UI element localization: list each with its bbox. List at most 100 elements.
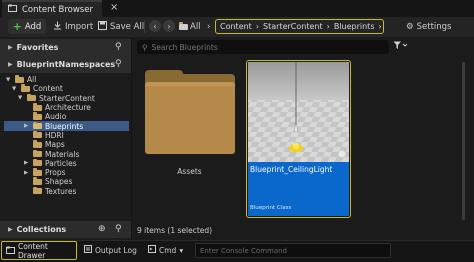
namespace-label: BlueprintNamespaces: [16, 60, 116, 69]
settings-button[interactable]: ⚙ Settings: [406, 20, 452, 33]
forward-icon[interactable]: ›: [163, 20, 175, 32]
folder-icon: [33, 103, 42, 111]
folder-icon: [33, 121, 42, 130]
folder-icon: [33, 140, 42, 148]
filter-icon[interactable]: [393, 41, 408, 53]
breadcrumb: Content › StarterContent › Blueprints ›: [215, 19, 384, 34]
back-icon[interactable]: ‹: [149, 20, 161, 32]
chevron-right-icon: ▶: [24, 123, 29, 130]
tree-item-label: Maps: [45, 140, 65, 150]
tree-item-label: Particles: [45, 158, 77, 168]
asset-name: Blueprint_CeilingLight: [250, 165, 333, 174]
breadcrumb-content[interactable]: Content: [220, 22, 252, 31]
breadcrumb-all[interactable]: All: [190, 20, 201, 33]
tree-item-label: StarterContent: [39, 93, 95, 103]
settings-label: Settings: [416, 21, 452, 32]
folder-icon: [33, 177, 42, 185]
folder-icon: [33, 158, 42, 167]
folder-icon: [21, 84, 30, 92]
drawer-icon: [6, 246, 15, 256]
tree-item[interactable]: ▼ All: [6, 75, 36, 84]
save-all-button[interactable]: Save All: [98, 20, 144, 33]
chevron-right-icon: ›: [255, 22, 260, 31]
gear-icon: ⚙: [406, 21, 414, 32]
tree-item[interactable]: Textures: [24, 186, 77, 196]
favorites-header[interactable]: ▶ Favorites: [0, 39, 131, 56]
add-collection-icon[interactable]: ⊕: [98, 224, 106, 234]
cmd-dropdown[interactable]: Cmd ▾: [148, 245, 183, 255]
folder-icon: [33, 112, 42, 120]
search-icon: ⚲: [142, 42, 148, 52]
chevron-down-icon: ▼: [12, 85, 17, 92]
folder-icon: [33, 168, 42, 176]
asset-class: Blueprint Class: [250, 205, 292, 211]
folder-front: [145, 82, 235, 154]
tree-item[interactable]: Architecture: [24, 103, 91, 112]
folder-icon: [33, 130, 42, 139]
scrollbar[interactable]: [462, 62, 465, 220]
search-icon[interactable]: ⚲: [115, 42, 122, 52]
tree-item-label: Props: [45, 168, 66, 178]
import-icon: [53, 21, 62, 33]
chevron-right-icon: ▶: [8, 226, 13, 233]
folder-icon: [15, 75, 24, 83]
tree-item[interactable]: Maps: [24, 140, 65, 149]
tree-item[interactable]: ▶ Particles: [24, 158, 77, 168]
asset-name: Assets: [177, 167, 202, 176]
tree-item-label: Architecture: [45, 103, 91, 113]
tree-item[interactable]: HDRI: [24, 130, 64, 140]
tree-item[interactable]: ▼ Content: [12, 84, 63, 93]
folder-icon[interactable]: [179, 20, 188, 33]
chevron-right-icon: ▶: [8, 44, 13, 51]
namespace-header[interactable]: ▶ BlueprintNamespaces: [0, 56, 131, 73]
tree-item[interactable]: Audio: [24, 112, 66, 121]
tree-item-label: Textures: [45, 186, 77, 196]
tree-item-label: Shapes: [45, 177, 73, 187]
output-log-button[interactable]: Output Log: [84, 245, 137, 255]
chevron-right-icon: ▶: [24, 160, 29, 167]
import-button[interactable]: Import: [53, 20, 93, 33]
terminal-icon: [148, 245, 156, 255]
drawer-label: Content Drawer: [18, 241, 48, 260]
output-log-label: Output Log: [95, 245, 137, 255]
tree-item[interactable]: Materials: [24, 149, 79, 159]
tree-item[interactable]: ▶ Props: [24, 168, 66, 177]
content-drawer-button[interactable]: Content Drawer: [1, 241, 77, 260]
plus-icon: +: [12, 20, 22, 33]
collections-header[interactable]: ▶ Collections: [0, 221, 131, 238]
chevron-down-icon: ▾: [179, 245, 184, 255]
import-label: Import: [65, 21, 94, 32]
folder-icon: [33, 186, 42, 195]
tab-label: Content Browser: [22, 4, 93, 15]
add-label: Add: [24, 21, 42, 32]
search-input[interactable]: ⚲ Search Blueprints: [137, 40, 389, 54]
add-button[interactable]: + Add: [8, 19, 46, 34]
breadcrumb-blueprints[interactable]: Blueprints: [334, 22, 375, 31]
chevron-right-icon: ›: [207, 21, 211, 32]
search-icon[interactable]: ⚲: [115, 224, 122, 234]
tree-item[interactable]: Shapes: [24, 177, 72, 186]
breadcrumb-starter-content[interactable]: StarterContent: [263, 22, 323, 31]
content-browser-icon: [8, 4, 17, 15]
tree-item-label: Audio: [45, 112, 67, 122]
tree-item[interactable]: ▶ Blueprints: [24, 121, 84, 131]
console-placeholder: Enter Console Command: [200, 246, 288, 255]
status-text: 9 items (1 selected): [137, 226, 213, 235]
console-input[interactable]: Enter Console Command: [195, 243, 391, 258]
tree-item-label: All: [27, 75, 37, 85]
search-icon[interactable]: ⚲: [115, 59, 122, 69]
collections-label: Collections: [16, 225, 67, 234]
tree-item[interactable]: ▼ StarterContent: [18, 93, 95, 103]
close-tab-icon[interactable]: ×: [110, 2, 118, 13]
tree-item-label: Blueprints: [45, 121, 84, 131]
folder-icon: [27, 93, 36, 102]
tab-content-browser[interactable]: Content Browser: [2, 0, 102, 17]
log-icon: [84, 245, 92, 255]
chevron-down-icon: ▼: [6, 76, 11, 83]
chevron-right-icon: ▶: [24, 169, 29, 176]
search-placeholder: Search Blueprints: [151, 42, 218, 52]
save-all-label: Save All: [110, 21, 145, 32]
chevron-right-icon: ›: [378, 22, 382, 31]
favorites-label: Favorites: [16, 43, 59, 52]
thumbnail: [248, 62, 349, 162]
